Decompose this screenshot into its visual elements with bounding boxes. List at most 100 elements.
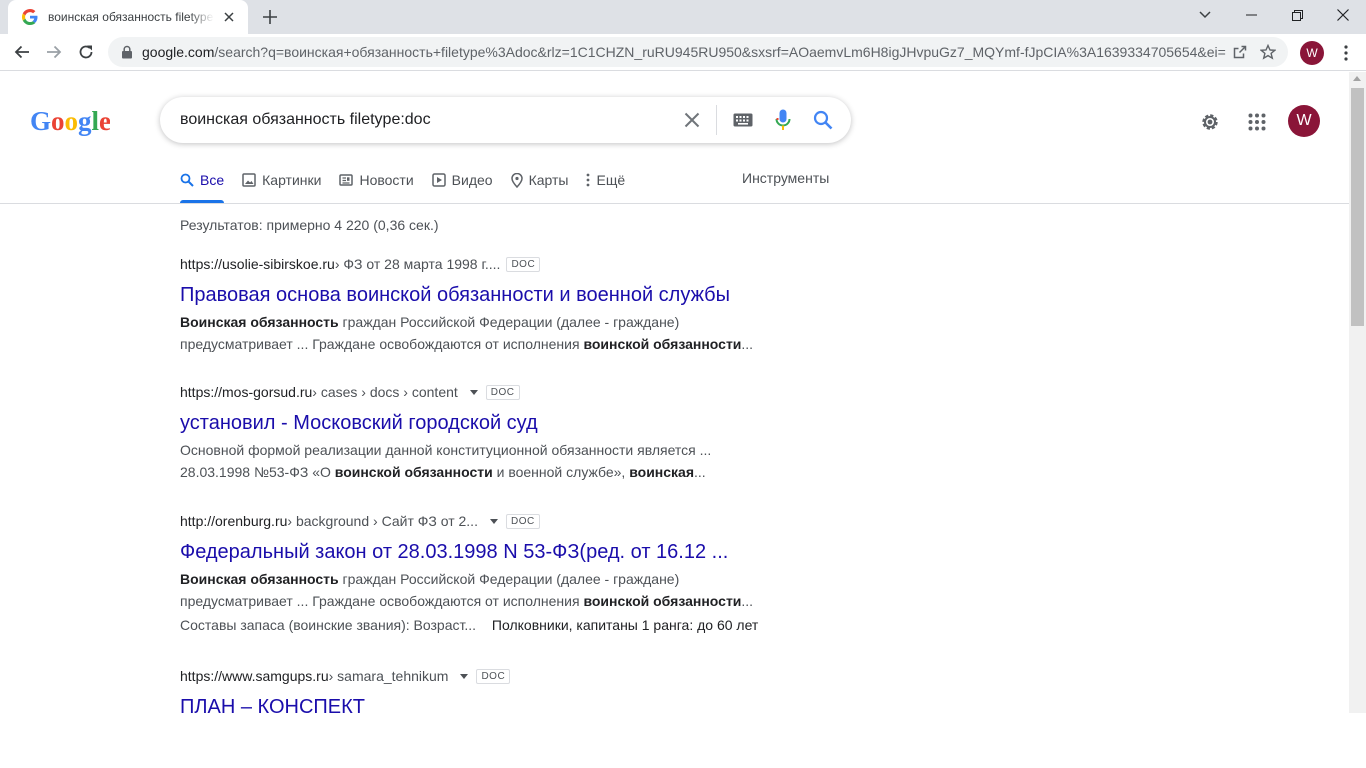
snippet-text: ... xyxy=(741,336,754,352)
structured-label: Составы запаса (воинские звания): Возрас… xyxy=(180,617,477,633)
share-icon[interactable] xyxy=(1226,38,1254,66)
search-result: http://orenburg.ru › background › Сайт Ф… xyxy=(180,511,800,633)
snippet-line: предусматривает ... Граждане освобождают… xyxy=(180,333,800,355)
tab-video[interactable]: Видео xyxy=(431,170,493,190)
keyboard-icon[interactable] xyxy=(723,100,763,140)
voice-search-mic-icon[interactable] xyxy=(763,100,803,140)
search-icon xyxy=(180,173,194,187)
url-text: google.com/search?q=воинская+обязанность… xyxy=(142,44,1226,60)
minimize-icon[interactable] xyxy=(1228,0,1274,30)
search-input[interactable]: воинская обязанность filetype:doc xyxy=(180,111,672,129)
result-title-link[interactable]: установил - Московский городской суд xyxy=(180,410,800,436)
tab-maps[interactable]: Карты xyxy=(510,170,568,190)
lock-icon xyxy=(122,45,132,59)
google-doodle-logo[interactable]: Google xyxy=(30,105,110,137)
result-domain: http://orenburg.ru xyxy=(180,513,288,529)
tab-all-label: Все xyxy=(200,172,225,188)
snippet-line: 28.03.1998 №53-ФЗ «О воинской обязанност… xyxy=(180,461,800,483)
browser-menu-icon[interactable] xyxy=(1334,40,1358,66)
clear-search-icon[interactable] xyxy=(672,100,712,140)
address-bar[interactable]: google.com/search?q=воинская+обязанность… xyxy=(108,37,1288,67)
settings-gear-icon[interactable] xyxy=(1194,106,1226,138)
back-arrow-icon[interactable] xyxy=(8,38,36,66)
search-result: https://www.samgups.ru › samara_tehnikum… xyxy=(180,666,800,713)
highlighted-term: Воинская обязанность xyxy=(180,571,339,587)
result-title-link[interactable]: Федеральный закон от 28.03.1998 N 53-ФЗ(… xyxy=(180,539,800,565)
search-result: https://usolie-sibirskoe.ru › ФЗ от 28 м… xyxy=(180,254,800,355)
result-url[interactable]: https://usolie-sibirskoe.ru › ФЗ от 28 м… xyxy=(180,254,800,274)
tab-more[interactable]: Ещё xyxy=(586,170,625,190)
snippet-text: Основной формой реализации данной консти… xyxy=(180,442,712,458)
bottom-blank-area xyxy=(0,713,1366,768)
snippet-text: ... xyxy=(694,464,706,480)
tab-news-label: Новости xyxy=(359,172,414,188)
url-path: /search?q=воинская+обязанность+filetype%… xyxy=(214,44,1226,60)
highlighted-term: воинская xyxy=(629,464,695,480)
result-snippet: Воинская обязанность граждан Российской … xyxy=(180,568,800,612)
svg-text:Google: Google xyxy=(30,106,110,136)
header-divider xyxy=(0,203,1349,204)
result-menu-caret-icon[interactable] xyxy=(489,518,498,524)
tab-images-label: Картинки xyxy=(262,172,322,188)
search-results-page: Google воинская обязанность filetype:doc… xyxy=(0,72,1349,713)
search-box-divider xyxy=(716,105,717,135)
url-host: google.com xyxy=(142,44,215,60)
result-title-link[interactable]: Правовая основа воинской обязанности и в… xyxy=(180,282,800,308)
result-breadcrumbs: › cases › docs › content xyxy=(312,384,458,400)
search-result: https://mos-gorsud.ru › cases › docs › c… xyxy=(180,382,800,483)
browser-tab[interactable]: воинская обязанность filetype:doc - Поис… xyxy=(8,0,248,34)
reload-icon[interactable] xyxy=(72,38,100,66)
tab-all[interactable]: Все xyxy=(180,170,225,203)
snippet-line: предусматривает ... Граждане освобождают… xyxy=(180,590,800,612)
result-menu-caret-icon[interactable] xyxy=(469,389,478,395)
highlighted-term: воинской обязанности xyxy=(583,593,742,609)
search-box[interactable]: воинская обязанность filetype:doc xyxy=(160,97,851,143)
video-icon xyxy=(431,173,446,187)
scroll-up-arrow-icon[interactable] xyxy=(1353,76,1361,81)
result-stats: Результатов: примерно 4 220 (0,36 сек.) xyxy=(180,217,439,233)
snippet-text: граждан Российской Федерации (далее - гр… xyxy=(338,314,680,330)
snippet-text: 28.03.1998 №53-ФЗ «О xyxy=(180,464,335,480)
result-domain: https://usolie-sibirskoe.ru xyxy=(180,256,335,272)
result-url[interactable]: https://mos-gorsud.ru › cases › docs › c… xyxy=(180,382,800,402)
snippet-line: Воинская обязанность граждан Российской … xyxy=(180,568,800,590)
doc-badge: DOC xyxy=(506,256,541,272)
bookmark-star-icon[interactable] xyxy=(1254,38,1282,66)
result-menu-caret-icon[interactable] xyxy=(460,673,469,679)
map-pin-icon xyxy=(510,172,523,188)
highlighted-term: Воинская обязанность xyxy=(180,314,339,330)
result-url[interactable]: https://www.samgups.ru › samara_tehnikum… xyxy=(180,666,800,686)
result-breadcrumbs: › background › Сайт ФЗ от 2... xyxy=(287,513,478,529)
close-window-icon[interactable] xyxy=(1320,0,1366,30)
snippet-text: предусматривает ... Граждане освобождают… xyxy=(180,593,584,609)
tab-search-chevron-icon[interactable] xyxy=(1182,0,1228,30)
result-domain: https://mos-gorsud.ru xyxy=(180,384,313,400)
scrollbar-thumb[interactable] xyxy=(1351,88,1364,326)
result-title-link[interactable]: ПЛАН – КОНСПЕКТ xyxy=(180,694,800,713)
new-tab-icon[interactable] xyxy=(259,6,281,28)
snippet-text: предусматривает ... Граждане освобождают… xyxy=(180,336,584,352)
tab-title: воинская обязанность filetype:doc - Поис… xyxy=(48,10,214,24)
result-snippet: Основной формой реализации данной консти… xyxy=(180,439,800,483)
result-snippet: Воинская обязанность граждан Российской … xyxy=(180,311,800,355)
restore-icon[interactable] xyxy=(1274,0,1320,30)
browser-toolbar: google.com/search?q=воинская+обязанность… xyxy=(0,34,1366,71)
google-favicon-icon xyxy=(22,9,38,25)
browser-profile-avatar[interactable]: W xyxy=(1300,41,1324,65)
snippet-line: Основной формой реализации данной консти… xyxy=(180,439,800,461)
result-breadcrumbs: › ФЗ от 28 марта 1998 г.... xyxy=(334,256,501,272)
doc-badge: DOC xyxy=(505,513,540,529)
result-url[interactable]: http://orenburg.ru › background › Сайт Ф… xyxy=(180,511,800,531)
tab-images[interactable]: Картинки xyxy=(242,170,321,190)
tab-close-icon[interactable] xyxy=(220,8,238,26)
apps-grid-icon[interactable] xyxy=(1241,106,1273,138)
tab-video-label: Видео xyxy=(451,172,493,188)
tools-button[interactable]: Инструменты xyxy=(742,170,829,186)
tab-news[interactable]: Новости xyxy=(339,170,414,190)
search-submit-icon[interactable] xyxy=(803,100,843,140)
forward-arrow-icon[interactable] xyxy=(40,38,68,66)
account-avatar[interactable]: W xyxy=(1288,105,1320,137)
page-scrollbar[interactable] xyxy=(1349,72,1366,713)
doc-badge: DOC xyxy=(485,384,520,400)
result-domain: https://www.samgups.ru xyxy=(180,668,329,684)
